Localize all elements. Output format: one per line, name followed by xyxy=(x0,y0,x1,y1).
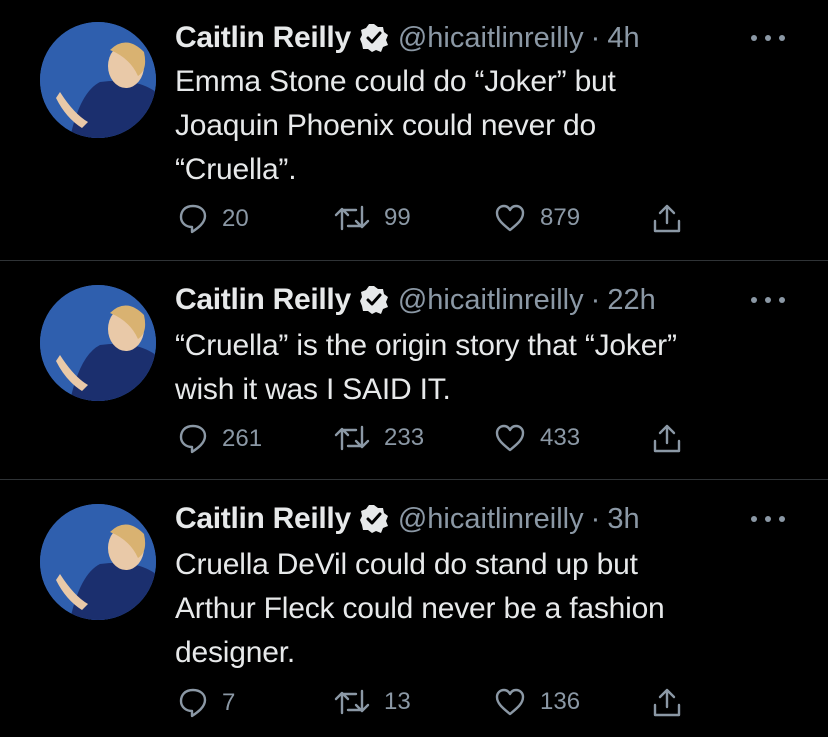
separator: · xyxy=(590,283,601,316)
separator: · xyxy=(590,502,601,535)
handle[interactable]: @hicaitlinreilly xyxy=(398,22,584,55)
reply-button[interactable]: 7 xyxy=(178,687,235,719)
heart-icon xyxy=(494,423,526,453)
avatar[interactable] xyxy=(40,285,156,401)
display-name[interactable]: Caitlin Reilly xyxy=(175,502,351,536)
reply-button[interactable]: 20 xyxy=(178,203,249,235)
tweet-text: Emma Stone could do “Joker” but Joaquin … xyxy=(175,60,795,192)
tweet-text: Cruella DeVil could do stand up but Arth… xyxy=(175,543,795,675)
retweet-count: 13 xyxy=(384,688,411,715)
more-icon[interactable] xyxy=(751,31,785,45)
reply-icon xyxy=(178,423,208,455)
reply-count: 7 xyxy=(222,689,236,716)
reply-button[interactable]: 261 xyxy=(178,423,262,455)
retweet-button[interactable]: 233 xyxy=(334,423,424,453)
timestamp[interactable]: 4h xyxy=(607,22,639,55)
like-count: 136 xyxy=(540,688,581,715)
verified-badge-icon xyxy=(359,504,389,534)
tweet-text-line: “Cruella” is the origin story that “Joke… xyxy=(175,329,677,362)
like-count: 879 xyxy=(540,204,581,231)
like-button[interactable]: 136 xyxy=(494,687,580,717)
tweet[interactable]: Caitlin Reilly @hicaitlinreilly · 4h Emm… xyxy=(0,0,828,260)
retweet-button[interactable]: 99 xyxy=(334,203,411,233)
retweet-count: 233 xyxy=(384,424,425,451)
verified-badge-icon xyxy=(359,23,389,53)
tweet-header: Caitlin Reilly @hicaitlinreilly · 22h xyxy=(175,280,656,320)
reply-count: 261 xyxy=(222,425,263,452)
share-button[interactable] xyxy=(651,423,683,455)
action-bar: 20 99 879 xyxy=(0,203,828,243)
tweet[interactable]: Caitlin Reilly @hicaitlinreilly · 22h “C… xyxy=(0,261,828,479)
retweet-icon xyxy=(334,687,370,717)
retweet-icon xyxy=(334,423,370,453)
tweet[interactable]: Caitlin Reilly @hicaitlinreilly · 3h Cru… xyxy=(0,480,828,737)
handle[interactable]: @hicaitlinreilly xyxy=(398,503,584,536)
more-icon[interactable] xyxy=(751,512,785,526)
tweet-header: Caitlin Reilly @hicaitlinreilly · 4h xyxy=(175,18,640,58)
tweet-text: “Cruella” is the origin story that “Joke… xyxy=(175,324,795,412)
tweet-text-line: designer. xyxy=(175,636,295,669)
handle[interactable]: @hicaitlinreilly xyxy=(398,284,584,317)
timestamp[interactable]: 3h xyxy=(607,503,639,536)
retweet-icon xyxy=(334,203,370,233)
share-button[interactable] xyxy=(651,687,683,719)
like-count: 433 xyxy=(540,424,581,451)
reply-icon xyxy=(178,687,208,719)
more-icon[interactable] xyxy=(751,293,785,307)
separator: · xyxy=(590,21,601,54)
tweet-text-line: wish it was I SAID IT. xyxy=(175,373,451,406)
action-bar: 261 233 433 xyxy=(0,423,828,463)
verified-badge-icon xyxy=(359,285,389,315)
avatar[interactable] xyxy=(40,504,156,620)
reply-count: 20 xyxy=(222,205,249,232)
share-icon xyxy=(651,687,683,719)
heart-icon xyxy=(494,687,526,717)
tweet-text-line: Joaquin Phoenix could never do xyxy=(175,109,596,142)
share-icon xyxy=(651,423,683,455)
display-name[interactable]: Caitlin Reilly xyxy=(175,21,351,55)
avatar[interactable] xyxy=(40,22,156,138)
action-bar: 7 13 136 xyxy=(0,687,828,727)
timestamp[interactable]: 22h xyxy=(607,284,655,317)
tweet-text-line: Cruella DeVil could do stand up but xyxy=(175,548,638,581)
tweet-text-line: Arthur Fleck could never be a fashion xyxy=(175,592,665,625)
reply-icon xyxy=(178,203,208,235)
heart-icon xyxy=(494,203,526,233)
like-button[interactable]: 433 xyxy=(494,423,580,453)
tweet-header: Caitlin Reilly @hicaitlinreilly · 3h xyxy=(175,499,640,539)
retweet-count: 99 xyxy=(384,204,411,231)
display-name[interactable]: Caitlin Reilly xyxy=(175,283,351,317)
retweet-button[interactable]: 13 xyxy=(334,687,411,717)
tweet-text-line: Emma Stone could do “Joker” but xyxy=(175,65,616,98)
like-button[interactable]: 879 xyxy=(494,203,580,233)
share-icon xyxy=(651,203,683,235)
tweet-text-line: “Cruella”. xyxy=(175,153,297,186)
share-button[interactable] xyxy=(651,203,683,235)
